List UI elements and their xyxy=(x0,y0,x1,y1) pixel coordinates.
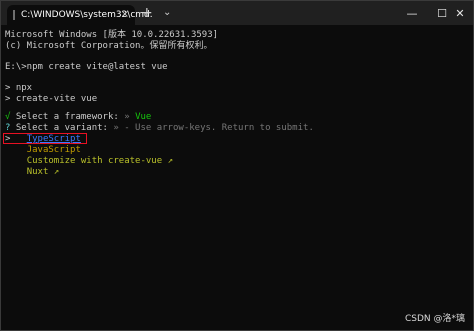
terminal-output[interactable]: Microsoft Windows [版本 10.0.22631.3593] (… xyxy=(1,25,473,330)
tab-cmd[interactable]: C:\WINDOWS\system32\cmd. × xyxy=(7,5,153,25)
framework-separator: » xyxy=(124,112,136,122)
option-javascript[interactable]: JavaScript xyxy=(5,145,81,156)
option-label: Nuxt ↗ xyxy=(26,167,60,177)
output-line: > create-vite vue xyxy=(5,94,98,104)
cmd-icon xyxy=(13,10,15,20)
option-create-vue[interactable]: Customize with create-vue ↗ xyxy=(5,156,173,167)
new-tab-button[interactable]: + xyxy=(141,6,153,20)
tab-title: C:\WINDOWS\system32\cmd. xyxy=(21,10,153,20)
minimize-button[interactable]: — xyxy=(397,1,427,25)
variant-prompt: Select a variant: xyxy=(10,123,114,133)
close-button[interactable]: ✕ xyxy=(447,1,473,25)
output-line: (c) Microsoft Corporation。保留所有权利。 xyxy=(5,41,213,51)
watermark: CSDN @洛*璃 xyxy=(404,314,465,324)
command-line: E:\>npm create vite@latest vue xyxy=(5,62,168,72)
tab-dropdown-icon[interactable]: ⌄ xyxy=(163,6,171,20)
framework-value: Vue xyxy=(135,112,152,122)
framework-prompt: Select a framework: xyxy=(10,112,125,122)
terminal-window: C:\WINDOWS\system32\cmd. × + ⌄ — ☐ ✕ Mic… xyxy=(0,0,474,331)
option-nuxt[interactable]: Nuxt ↗ xyxy=(5,167,60,178)
option-typescript[interactable]: > TypeScript xyxy=(3,133,87,145)
variant-hint: » - Use arrow-keys. Return to submit. xyxy=(113,123,314,133)
option-label: Customize with create-vue ↗ xyxy=(26,156,173,166)
title-bar: C:\WINDOWS\system32\cmd. × + ⌄ — ☐ ✕ xyxy=(1,1,473,25)
output-line: Microsoft Windows [版本 10.0.22631.3593] xyxy=(5,30,219,40)
output-line: > npx xyxy=(5,83,33,93)
tab-close-icon[interactable]: × xyxy=(121,9,129,21)
selection-highlight xyxy=(3,133,87,144)
framework-line: √ Select a framework: » Vue xyxy=(5,112,151,123)
option-label: JavaScript xyxy=(26,145,81,155)
